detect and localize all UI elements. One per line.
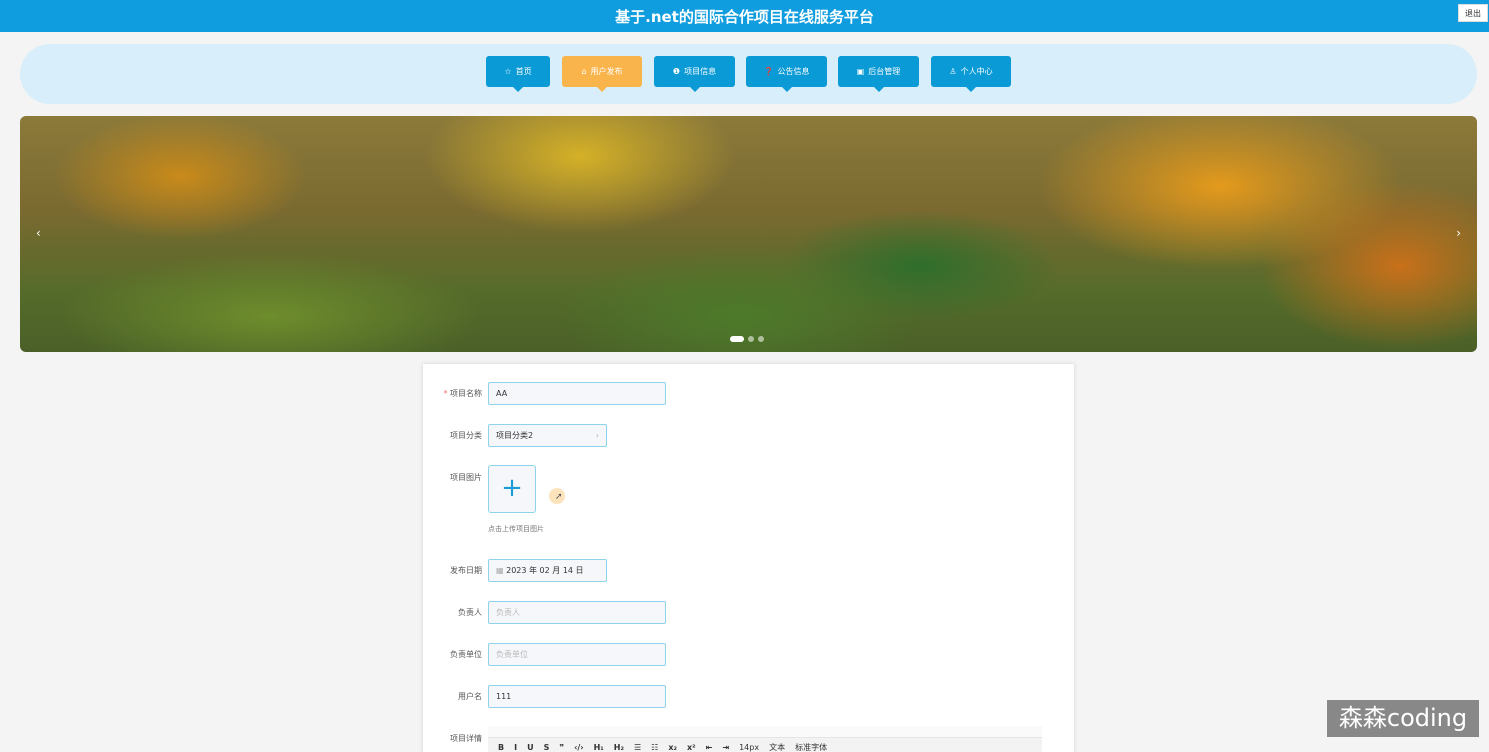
font-family-select[interactable]: 标准字体 bbox=[795, 742, 827, 752]
carousel-next-icon[interactable]: › bbox=[1456, 226, 1461, 240]
nav-label: 项目信息 bbox=[684, 67, 717, 76]
bold-icon[interactable]: B bbox=[498, 743, 504, 752]
strike-icon[interactable]: S bbox=[544, 743, 550, 752]
carousel-dot[interactable] bbox=[730, 336, 744, 342]
nav-label: 用户发布 bbox=[590, 67, 623, 76]
nav-admin[interactable]: ▣ 后台管理 bbox=[838, 56, 919, 92]
watermark: 森森coding bbox=[1327, 700, 1479, 737]
unit-label: 负责单位 bbox=[450, 650, 482, 659]
underline-icon[interactable]: U bbox=[527, 743, 534, 752]
nav-profile[interactable]: ♙ 个人中心 bbox=[931, 56, 1011, 92]
ordered-list-icon[interactable]: ☰ bbox=[634, 743, 641, 752]
nav-label: 首页 bbox=[515, 67, 532, 76]
owner-input[interactable]: 负责人 bbox=[488, 601, 666, 624]
carousel-indicators bbox=[730, 336, 764, 342]
chevron-right-icon: › bbox=[595, 431, 599, 440]
username-input[interactable]: 111 bbox=[488, 685, 666, 708]
project-category-label: 项目分类 bbox=[450, 431, 482, 440]
carousel-dot[interactable] bbox=[758, 336, 764, 342]
image-upload-button[interactable]: + bbox=[488, 465, 536, 513]
unit-input[interactable]: 负责单位 bbox=[488, 643, 666, 666]
logout-button[interactable]: 退出 bbox=[1458, 4, 1488, 22]
owner-label: 负责人 bbox=[458, 608, 482, 617]
pointer-icon: ➚ bbox=[555, 492, 563, 502]
carousel-prev-icon[interactable]: ‹ bbox=[36, 226, 41, 240]
h1-icon[interactable]: H₁ bbox=[594, 743, 604, 752]
question-icon: ❓ bbox=[763, 67, 774, 76]
nav-label: 后台管理 bbox=[868, 67, 901, 76]
h2-icon[interactable]: H₂ bbox=[614, 743, 624, 752]
quote-icon[interactable]: ❞ bbox=[559, 743, 564, 752]
nav-user-publish[interactable]: ⌂ 用户发布 bbox=[562, 56, 642, 92]
project-name-label: * 项目名称 bbox=[443, 389, 482, 398]
calendar-icon: ▦ bbox=[496, 566, 507, 575]
site-title: 基于.net的国际合作项目在线服务平台 bbox=[615, 8, 874, 26]
banner-carousel: ‹ › bbox=[20, 116, 1477, 352]
upload-hint: 点击上传项目图片 bbox=[488, 525, 544, 533]
category-value: 项目分类2 bbox=[496, 431, 534, 440]
project-detail-label: 项目详情 bbox=[450, 734, 482, 743]
italic-icon[interactable]: I bbox=[514, 743, 517, 752]
username-label: 用户名 bbox=[458, 692, 482, 701]
project-category-select[interactable]: 项目分类2 › bbox=[488, 424, 607, 447]
font-size-select[interactable]: 14px bbox=[739, 743, 759, 752]
info-icon: ❶ bbox=[672, 67, 681, 76]
code-icon[interactable]: ‹/› bbox=[574, 743, 584, 752]
publish-date-label: 发布日期 bbox=[450, 566, 482, 575]
bag-icon: ⌂ bbox=[581, 67, 587, 76]
project-image-label: 项目图片 bbox=[450, 473, 482, 482]
plus-icon: + bbox=[501, 473, 523, 503]
box-icon: ▣ bbox=[856, 67, 865, 76]
superscript-icon[interactable]: x² bbox=[687, 743, 696, 752]
date-value: 2023 年 02 月 14 日 bbox=[506, 566, 584, 575]
nav-label: 公告信息 bbox=[777, 67, 810, 76]
nav-project-info[interactable]: ❶ 项目信息 bbox=[654, 56, 735, 92]
nav-home[interactable]: ☆ 首页 bbox=[486, 56, 550, 92]
project-name-input[interactable]: AA bbox=[488, 382, 666, 405]
publish-date-picker[interactable]: ▦ 2023 年 02 月 14 日 bbox=[488, 559, 607, 582]
carousel-dot[interactable] bbox=[748, 336, 754, 342]
nav-label: 个人中心 bbox=[960, 67, 993, 76]
mouse-cursor: ➚ bbox=[549, 488, 565, 504]
text-type-select[interactable]: 文本 bbox=[769, 742, 785, 752]
editor-toolbar: B I U S ❞ ‹/› H₁ H₂ ☰ ☷ x₂ x² ⇤ ⇥ 14px 文… bbox=[488, 737, 1042, 752]
outdent-icon[interactable]: ⇤ bbox=[706, 743, 713, 752]
top-header: 基于.net的国际合作项目在线服务平台 退出 bbox=[0, 0, 1489, 32]
star-icon: ☆ bbox=[504, 67, 512, 76]
bullet-list-icon[interactable]: ☷ bbox=[651, 743, 658, 752]
nav-announcements[interactable]: ❓ 公告信息 bbox=[746, 56, 827, 92]
subscript-icon[interactable]: x₂ bbox=[668, 743, 677, 752]
indent-icon[interactable]: ⇥ bbox=[722, 743, 729, 752]
user-icon: ♙ bbox=[949, 67, 957, 76]
